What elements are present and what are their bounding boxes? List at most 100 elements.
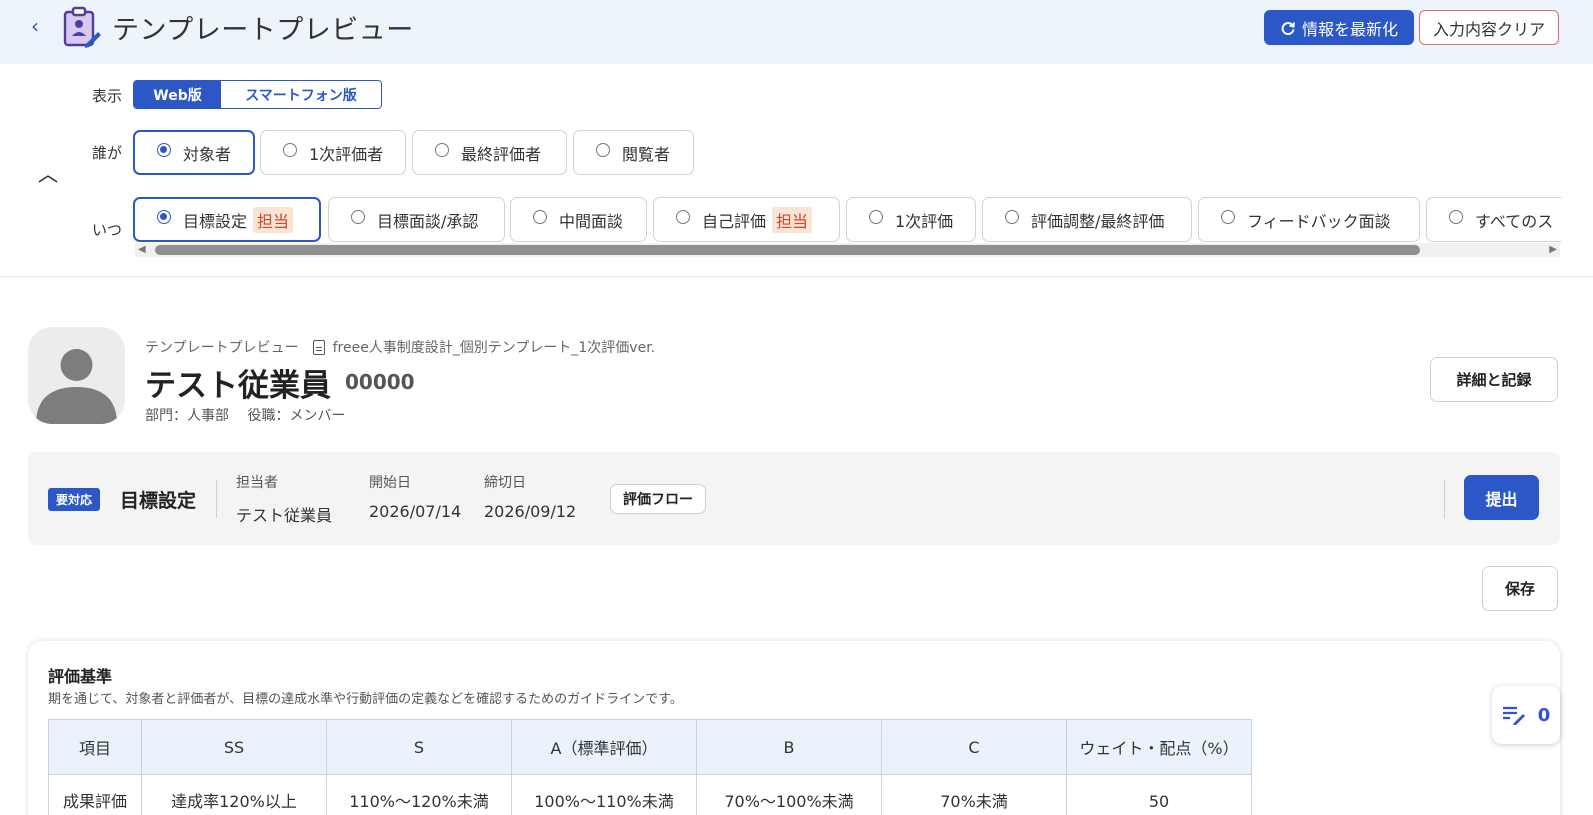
radio-icon (869, 209, 883, 224)
when-option-goal-setting[interactable]: 目標設定 担当 (133, 197, 321, 242)
column-header: A（標準評価） (511, 719, 697, 775)
evaluation-flow-button[interactable]: 評価フロー (610, 484, 706, 514)
column-header: SS (141, 719, 327, 775)
horizontal-scrollbar[interactable]: ◀ ▶ (135, 243, 1560, 257)
when-option-label: フィードバック面談 (1247, 211, 1391, 231)
radio-icon (1221, 209, 1235, 224)
table-cell: 100%～110%未満 (511, 774, 697, 815)
column-header: ウェイト・配点（%） (1066, 719, 1252, 775)
table-cell: 達成率120%以上 (141, 774, 327, 815)
table-cell: 110%～120%未満 (326, 774, 512, 815)
who-option-label: 閲覧者 (622, 144, 671, 164)
divider (1444, 480, 1445, 518)
criteria-table: 項目 SS S A（標準評価） B C ウェイト・配点（%） 成果評価（達成度）… (48, 719, 1252, 815)
scroll-left-icon[interactable]: ◀ (138, 244, 146, 255)
top-bar: ‹ テンプレートプレビュー 情報を最新化 入力内容クリア (0, 0, 1593, 64)
page-title: テンプレートプレビュー (112, 15, 414, 46)
criteria-title: 評価基準 (48, 667, 113, 686)
detail-and-record-button[interactable]: 詳細と記録 (1430, 357, 1558, 402)
table-header-row: 項目 SS S A（標準評価） B C ウェイト・配点（%） (48, 719, 1252, 775)
employee-meta: 部門：人事部 役職：メンバー (145, 408, 346, 424)
back-chevron-icon[interactable]: ‹ (24, 14, 46, 38)
table-row: 成果評価（達成度） 達成率120%以上 110%～120%未満 100%～110… (48, 774, 1252, 815)
scroll-right-icon[interactable]: ▶ (1549, 244, 1557, 255)
who-option-final-evaluator[interactable]: 最終評価者 (412, 130, 567, 175)
save-button[interactable]: 保存 (1482, 566, 1558, 611)
when-option-label: 中間面談 (559, 211, 624, 231)
avatar (28, 327, 125, 424)
user-placeholder-icon (36, 349, 117, 424)
due-date-label: 締切日 (484, 475, 526, 491)
when-option-label: すべてのス (1475, 211, 1554, 231)
assigned-tag: 担当 (772, 206, 813, 233)
collapse-chevron-up-icon[interactable]: ︿ (38, 158, 58, 187)
who-option-label: 最終評価者 (461, 144, 542, 164)
refresh-label: 情報を最新化 (1301, 19, 1398, 39)
template-name: freee人事制度設計_個別テンプレート_1次評価ver. (332, 340, 656, 356)
comments-count: 0 (1537, 704, 1551, 726)
radio-icon (283, 142, 297, 157)
assignee-label: 担当者 (236, 475, 278, 491)
when-label: いつ (92, 221, 123, 239)
when-option-label: 目標面談/承認 (377, 211, 479, 231)
employee-name: テスト従業員 (145, 368, 331, 404)
comments-button[interactable]: 0 (1492, 686, 1560, 744)
when-option-midterm[interactable]: 中間面談 (510, 197, 647, 242)
when-option-label: 目標設定 (183, 211, 248, 231)
radio-icon (435, 142, 449, 157)
refresh-icon (1281, 21, 1295, 35)
document-icon (312, 339, 325, 355)
start-date-label: 開始日 (369, 475, 411, 491)
clear-input-button[interactable]: 入力内容クリア (1419, 10, 1559, 45)
who-option-target[interactable]: 対象者 (133, 130, 255, 175)
when-option-goal-interview[interactable]: 目標面談/承認 (328, 197, 505, 242)
table-cell: 70%～100%未満 (696, 774, 882, 815)
when-option-label: 自己評価 (702, 211, 767, 231)
when-option-final-review[interactable]: 評価調整/最終評価 (982, 197, 1192, 242)
stage-title: 目標設定 (120, 490, 197, 512)
when-option-label: 評価調整/最終評価 (1031, 211, 1165, 231)
radio-selected-icon (157, 209, 171, 224)
employee-code: 00000 (345, 370, 415, 394)
action-required-badge: 要対応 (48, 488, 101, 511)
assigned-tag: 担当 (253, 206, 294, 233)
refresh-button[interactable]: 情報を最新化 (1264, 10, 1414, 45)
criteria-description: 期を通じて、対象者と評価者が、目標の達成水準や行動評価の定義などを確認するための… (48, 692, 683, 707)
column-header: 項目 (48, 719, 142, 775)
table-cell: 成果評価（達成度） (48, 774, 142, 815)
who-option-first-evaluator[interactable]: 1次評価者 (260, 130, 406, 175)
column-header: B (696, 719, 882, 775)
submit-button[interactable]: 提出 (1464, 475, 1539, 520)
table-cell: 70%未満 (881, 774, 1067, 815)
radio-icon (1005, 209, 1019, 224)
display-option-smartphone[interactable]: スマートフォン版 (221, 81, 381, 108)
clipboard-user-icon (63, 6, 101, 48)
when-option-first-review[interactable]: 1次評価 (846, 197, 976, 242)
display-option-web[interactable]: Web版 (134, 81, 221, 108)
who-label: 誰が (92, 144, 123, 162)
display-toggle: Web版 スマートフォン版 (133, 80, 382, 109)
who-option-label: 対象者 (183, 144, 232, 164)
when-option-self-review[interactable]: 自己評価 担当 (653, 197, 840, 242)
when-option-all[interactable]: すべてのス (1426, 197, 1561, 242)
who-option-label: 1次評価者 (309, 144, 384, 164)
when-option-label: 1次評価 (895, 211, 954, 231)
who-option-viewer[interactable]: 閲覧者 (573, 130, 694, 175)
display-label: 表示 (92, 87, 123, 105)
comment-list-edit-icon (1502, 706, 1525, 725)
radio-icon (1449, 209, 1463, 224)
table-cell: 50 (1066, 774, 1252, 815)
section-divider (0, 276, 1593, 277)
breadcrumb-root: テンプレートプレビュー (145, 340, 299, 356)
assignee-value: テスト従業員 (236, 506, 333, 525)
scrollbar-thumb[interactable] (155, 245, 1420, 255)
start-date-value: 2026/07/14 (369, 502, 462, 521)
radio-icon (596, 142, 610, 157)
evaluation-criteria-card: 評価基準 期を通じて、対象者と評価者が、目標の達成水準や行動評価の定義などを確認… (28, 641, 1560, 815)
column-header: S (326, 719, 512, 775)
radio-icon (533, 209, 547, 224)
divider (216, 480, 217, 518)
when-option-feedback[interactable]: フィードバック面談 (1198, 197, 1420, 242)
when-options-row: 目標設定 担当 目標面談/承認 中間面談 自己評価 担当 1次評価 評価調整/最… (133, 197, 1561, 242)
radio-icon (676, 209, 690, 224)
